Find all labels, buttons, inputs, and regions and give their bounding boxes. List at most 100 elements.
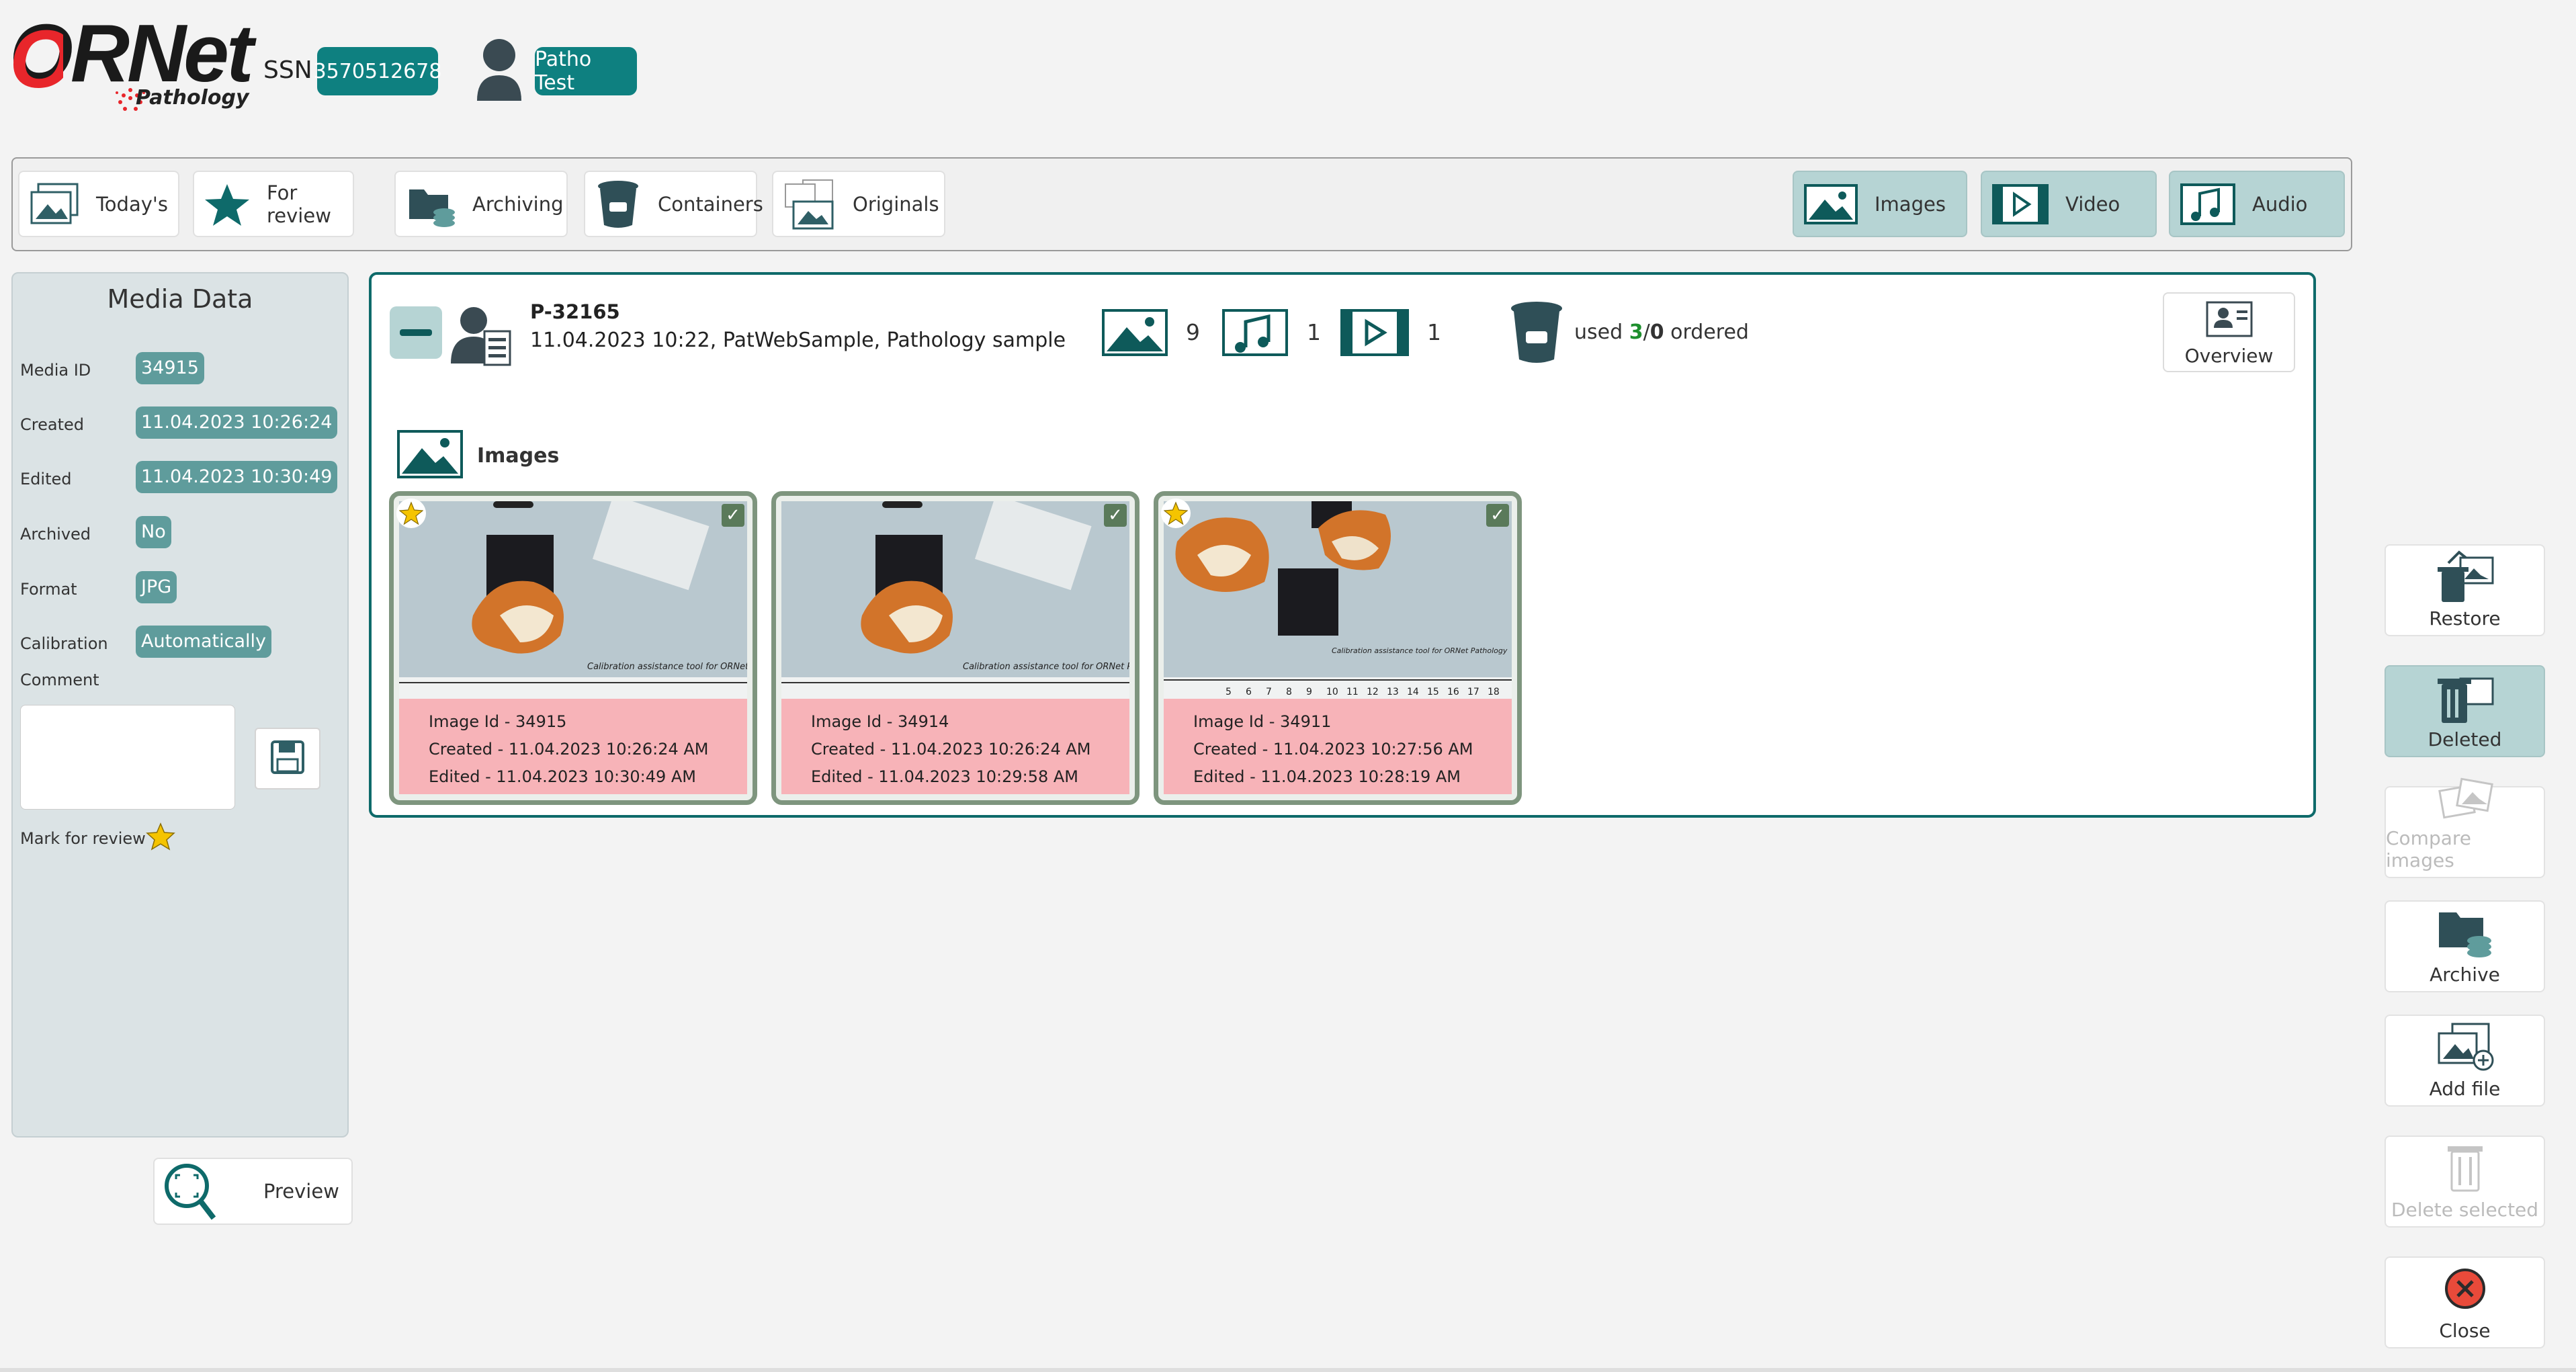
ruler-number: 6 bbox=[1246, 687, 1252, 697]
image-id: Image Id - 34915 bbox=[429, 712, 567, 731]
preview-button[interactable]: Preview bbox=[153, 1158, 353, 1225]
logo-subtitle: Pathology bbox=[136, 86, 249, 110]
archiving-button[interactable]: Archiving bbox=[394, 171, 568, 237]
selected-check-icon[interactable]: ✓ bbox=[722, 504, 744, 527]
container-icon bbox=[595, 178, 642, 230]
edited-value: 11.04.2023 10:30:49 bbox=[136, 461, 338, 493]
case-panel: P-32165 11.04.2023 10:22, PatWebSample, … bbox=[369, 272, 2316, 818]
restore-icon bbox=[2435, 546, 2495, 607]
image-edited: Edited - 11.04.2023 10:30:49 AM bbox=[429, 767, 696, 786]
star-icon bbox=[204, 181, 251, 227]
image-card[interactable]: Calibration assistance tool for ORNet Pa… bbox=[771, 491, 1140, 805]
ruler-number: 9 bbox=[1306, 687, 1312, 697]
todays-button[interactable]: Today's bbox=[18, 171, 179, 237]
delete-selected-button[interactable]: Delete selected bbox=[2385, 1135, 2545, 1228]
trash-icon bbox=[2445, 1137, 2485, 1199]
media-id-value: 34915 bbox=[136, 352, 204, 384]
container-status-icon bbox=[1507, 299, 1566, 369]
mark-for-review-star-icon[interactable] bbox=[146, 822, 175, 854]
thumbnail-image: Calibration assistance tool for ORNet Pa… bbox=[1164, 501, 1512, 699]
ruler-caption: Calibration assistance tool for ORNet Pa… bbox=[1332, 646, 1508, 655]
close-button[interactable]: Close bbox=[2385, 1256, 2545, 1348]
logo-accent: O bbox=[9, 22, 63, 95]
ruler-number: 13 bbox=[1387, 687, 1399, 697]
comment-label: Comment bbox=[20, 671, 99, 689]
restore-label: Restore bbox=[2429, 607, 2501, 630]
created-value: 11.04.2023 10:26:24 bbox=[136, 406, 338, 439]
ruler-caption: Calibration assistance tool for ORNet Pa… bbox=[963, 662, 1129, 672]
case-description: 11.04.2023 10:22, PatWebSample, Patholog… bbox=[530, 329, 1066, 352]
ruler-number: 14 bbox=[1407, 687, 1419, 697]
archive-icon bbox=[2435, 902, 2495, 963]
patient-name[interactable]: Patho Test bbox=[535, 47, 637, 95]
image-count: 9 bbox=[1186, 319, 1200, 345]
ruler-number: 11 bbox=[1346, 687, 1359, 697]
comment-field[interactable] bbox=[20, 705, 235, 810]
media-id-label: Media ID bbox=[20, 361, 91, 380]
archiving-label: Archiving bbox=[472, 192, 564, 216]
review-star-icon[interactable] bbox=[1161, 499, 1191, 528]
used-label: used bbox=[1574, 320, 1623, 344]
image-created: Created - 11.04.2023 10:26:24 AM bbox=[429, 740, 709, 759]
restore-button[interactable]: Restore bbox=[2385, 544, 2545, 636]
deleted-label: Deleted bbox=[2428, 728, 2502, 751]
patient-avatar-icon bbox=[477, 39, 521, 101]
images-section-icon bbox=[396, 429, 464, 482]
image-edited: Edited - 11.04.2023 10:28:19 AM bbox=[1193, 767, 1461, 786]
archived-value: No bbox=[136, 516, 171, 548]
containers-button[interactable]: Containers bbox=[584, 171, 763, 237]
image-edited: Edited - 11.04.2023 10:29:58 AM bbox=[811, 767, 1078, 786]
video-filter-button[interactable]: Video bbox=[1981, 171, 2157, 237]
images-section-title: Images bbox=[477, 444, 560, 468]
ordered-label: ordered bbox=[1670, 320, 1749, 344]
ruler-number: 12 bbox=[1367, 687, 1379, 697]
compare-images-icon bbox=[2435, 773, 2495, 827]
ruler-number: 16 bbox=[1447, 687, 1459, 697]
selected-check-icon[interactable]: ✓ bbox=[1104, 504, 1127, 527]
images-stack-icon bbox=[29, 181, 80, 227]
calibration-value: Automatically bbox=[136, 626, 271, 658]
format-label: Format bbox=[20, 580, 77, 599]
overview-label: Overview bbox=[2184, 345, 2274, 367]
archive-button[interactable]: Archive bbox=[2385, 900, 2545, 992]
case-id: P-32165 bbox=[530, 300, 620, 323]
originals-label: Originals bbox=[853, 192, 939, 216]
originals-icon bbox=[783, 177, 836, 231]
minus-icon bbox=[400, 329, 432, 336]
containers-label: Containers bbox=[658, 192, 763, 216]
ssn-value: 3570512678 bbox=[314, 47, 441, 95]
ssn-label: SSN bbox=[263, 56, 312, 84]
ruler-caption: Calibration assistance tool for ORNet Pa… bbox=[587, 662, 747, 672]
originals-button[interactable]: Originals bbox=[772, 171, 945, 237]
add-file-button[interactable]: Add file bbox=[2385, 1015, 2545, 1107]
selected-check-icon[interactable]: ✓ bbox=[1486, 504, 1509, 527]
overview-button[interactable]: Overview bbox=[2163, 292, 2295, 372]
video-filter-label: Video bbox=[2065, 192, 2120, 216]
images-filter-button[interactable]: Images bbox=[1793, 171, 1967, 237]
ruler-number: 7 bbox=[1266, 687, 1272, 697]
usage-separator: / bbox=[1643, 320, 1650, 344]
image-info: Image Id - 34915 Created - 11.04.2023 10… bbox=[399, 699, 747, 794]
add-file-label: Add file bbox=[2429, 1078, 2501, 1100]
created-label: Created bbox=[20, 415, 84, 434]
audio-count: 1 bbox=[1307, 319, 1321, 345]
ruler-number: 5 bbox=[1226, 687, 1232, 697]
for-review-button[interactable]: For review bbox=[193, 171, 354, 237]
container-usage: used 3/0 ordered bbox=[1574, 320, 1749, 344]
deleted-button[interactable]: Deleted bbox=[2385, 665, 2545, 757]
images-filter-label: Images bbox=[1875, 192, 1946, 216]
ruler-number: 15 bbox=[1427, 687, 1439, 697]
audio-filter-label: Audio bbox=[2252, 192, 2308, 216]
media-data-panel: Media Data Media ID 34915 Created 11.04.… bbox=[11, 272, 349, 1138]
compare-images-button[interactable]: Compare images bbox=[2385, 777, 2545, 878]
ordered-count: 0 bbox=[1649, 320, 1664, 344]
image-card[interactable]: Calibration assistance tool for ORNet Pa… bbox=[1154, 491, 1522, 805]
audio-filter-button[interactable]: Audio bbox=[2169, 171, 2345, 237]
collapse-button[interactable] bbox=[390, 306, 442, 359]
video-icon bbox=[1991, 183, 2049, 225]
archived-label: Archived bbox=[20, 525, 91, 544]
review-star-icon[interactable] bbox=[396, 499, 426, 528]
image-created: Created - 11.04.2023 10:27:56 AM bbox=[1193, 740, 1473, 759]
image-card[interactable]: Calibration assistance tool for ORNet Pa… bbox=[389, 491, 757, 805]
save-comment-button[interactable] bbox=[255, 728, 320, 789]
